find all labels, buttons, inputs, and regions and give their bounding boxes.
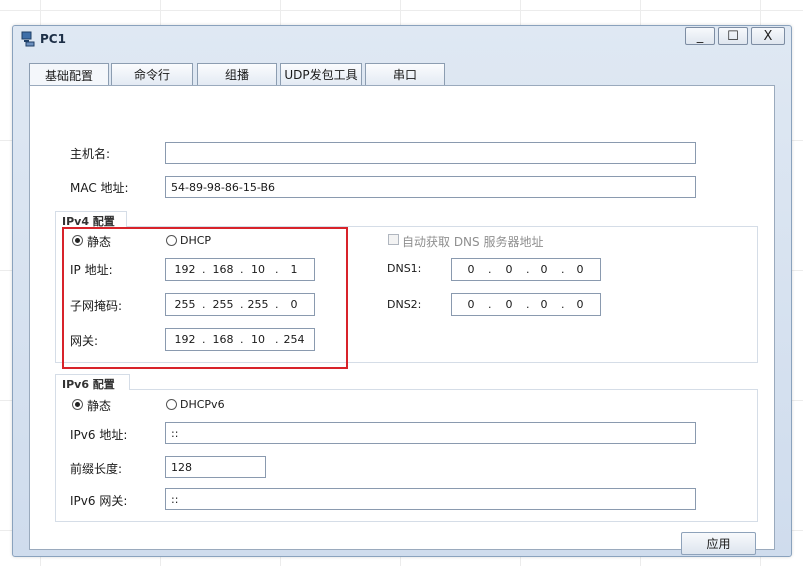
ipv6-dhcpv6-radio[interactable] (166, 399, 177, 410)
ipv6-dhcpv6-label: DHCPv6 (180, 398, 225, 411)
hostname-input[interactable] (165, 142, 696, 164)
hostname-label: 主机名: (70, 147, 111, 161)
dns2-label: DNS2: (387, 298, 422, 311)
tab-multicast[interactable]: 组播 (197, 63, 277, 85)
prefix-length-field[interactable]: 128 (165, 456, 266, 478)
dns1-field[interactable]: 0. 0. 0. 0 (451, 258, 601, 281)
ipv6-address-label: IPv6 地址: (70, 428, 128, 442)
tab-serial[interactable]: 串口 (365, 63, 445, 85)
auto-dns-checkbox[interactable] (388, 234, 399, 245)
basic-config-panel: 主机名: MAC 地址: 54-89-98-86-15-B6 IPv4 配置 静… (29, 85, 775, 555)
pc-app-icon (21, 31, 35, 47)
tab-basic-config[interactable]: 基础配置 (29, 63, 109, 86)
tab-command-line[interactable]: 命令行 (111, 63, 193, 85)
apply-button[interactable]: 应用 (681, 532, 756, 555)
maximize-button[interactable]: ☐ (718, 27, 748, 45)
mac-label: MAC 地址: (70, 181, 129, 195)
annotation-highlight-box (62, 227, 348, 369)
pc1-config-window: PC1 _ ☐ X 基础配置 命令行 组播 UDP发包工具 串口 主机名: MA… (12, 25, 792, 557)
prefix-length-label: 前缀长度: (70, 462, 123, 476)
auto-dns-label: 自动获取 DNS 服务器地址 (402, 235, 544, 249)
ipv6-group-title: IPv6 配置 (55, 374, 130, 391)
ipv6-address-field[interactable]: :: (165, 422, 696, 444)
ipv4-group-title: IPv4 配置 (55, 211, 127, 228)
ipv6-static-radio[interactable] (72, 399, 83, 410)
dns2-field[interactable]: 0. 0. 0. 0 (451, 293, 601, 316)
mac-address-field[interactable]: 54-89-98-86-15-B6 (165, 176, 696, 198)
minimize-button[interactable]: _ (685, 27, 715, 45)
ipv6-gateway-field[interactable]: :: (165, 488, 696, 510)
ipv6-static-label: 静态 (87, 399, 112, 413)
tab-udp-tool[interactable]: UDP发包工具 (280, 63, 362, 85)
close-button[interactable]: X (751, 27, 785, 45)
window-title: PC1 (40, 32, 66, 46)
ipv6-gateway-label: IPv6 网关: (70, 494, 128, 508)
dns1-label: DNS1: (387, 262, 422, 275)
title-bar[interactable]: PC1 _ ☐ X (13, 26, 791, 52)
